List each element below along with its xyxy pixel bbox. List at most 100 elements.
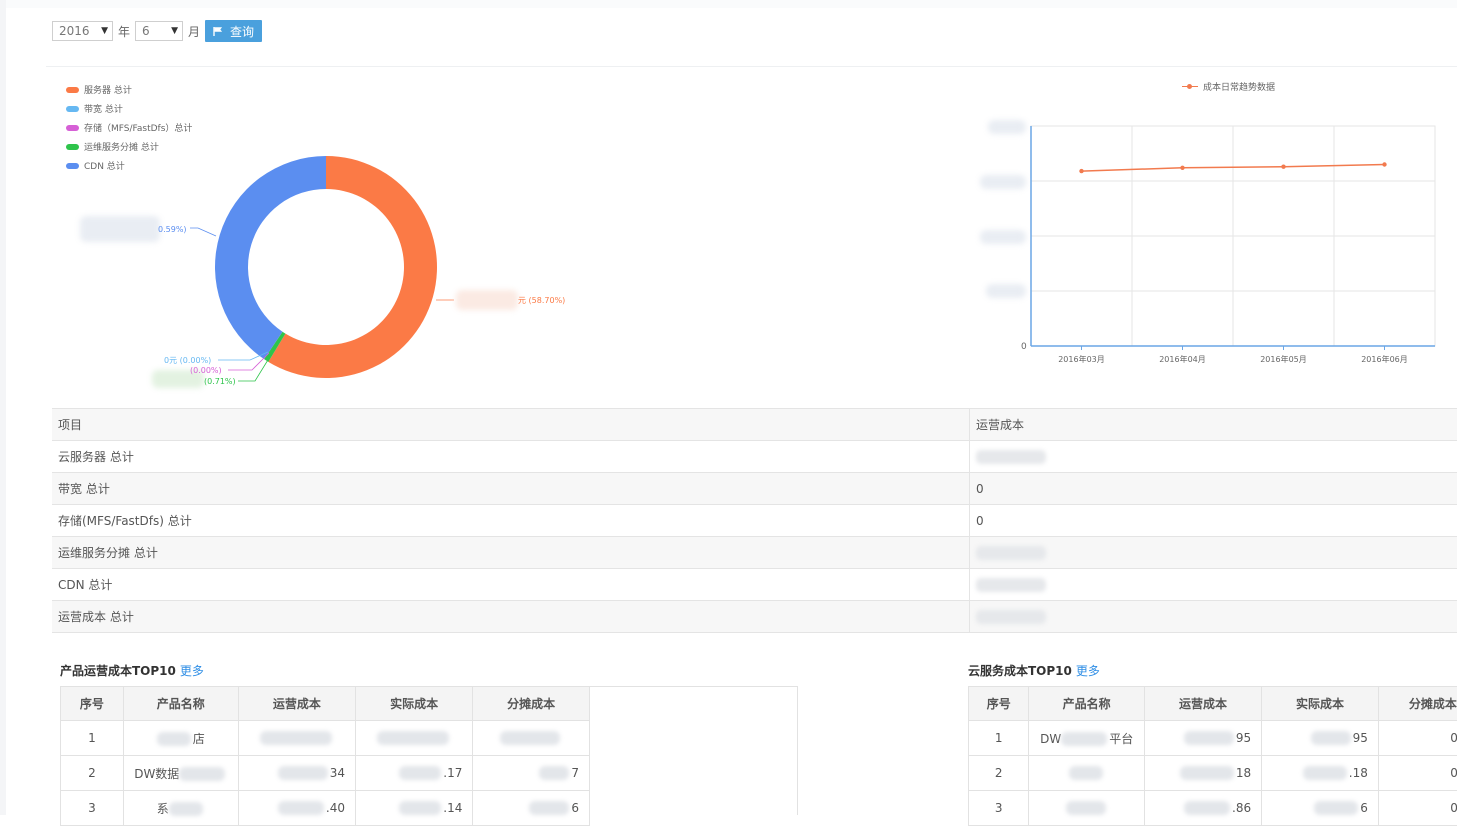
flag-icon — [213, 26, 224, 37]
redacted-value — [399, 801, 441, 815]
redacted-label — [80, 216, 160, 242]
cloud-top10-title: 云服务成本TOP10更多 — [968, 662, 1100, 679]
row-cost — [970, 441, 1457, 473]
row-item: 带宽 总计 — [52, 473, 970, 505]
cell-name — [1029, 791, 1144, 826]
table-row[interactable]: 1 店 — [61, 721, 590, 756]
redacted-axis-label — [986, 284, 1026, 298]
cell-actual-text: .17 — [443, 766, 462, 780]
column-header-item: 项目 — [52, 409, 970, 441]
cell-actual: .17 — [356, 756, 473, 791]
year-select[interactable]: 2016 ▼ — [52, 21, 113, 41]
table-row[interactable]: 1 DW平台 95 95 0.00 — [969, 721, 1457, 756]
redacted-value — [179, 767, 225, 781]
column-header: 运营成本 — [238, 687, 355, 721]
redacted-value — [1303, 766, 1347, 780]
series-point[interactable] — [1079, 169, 1083, 173]
month-select-value: 6 — [142, 24, 150, 38]
cell-no: 2 — [61, 756, 124, 791]
table-header-row: 项目 运营成本 — [52, 409, 1457, 441]
cell-actual: .14 — [356, 791, 473, 826]
row-cost: 0 — [970, 505, 1457, 537]
table-row: 存储(MFS/FastDfs) 总计 0 — [52, 505, 1457, 537]
pie-label-cdn: 0.59%) — [158, 225, 187, 234]
table-row: 运营成本 总计 — [52, 601, 1457, 633]
column-header: 序号 — [969, 687, 1029, 721]
table-row[interactable]: 3 .86 6 0.00 — [969, 791, 1457, 826]
cell-op: 95 — [1144, 721, 1261, 756]
cell-op: 18 — [1144, 756, 1261, 791]
pie-label-storage: (0.00%) — [190, 366, 222, 375]
pie-label-server: 元 (58.70%) — [518, 295, 565, 306]
redacted-value — [539, 766, 569, 780]
table-row: 云服务器 总计 — [52, 441, 1457, 473]
x-tick-label: 2016年04月 — [1159, 354, 1206, 364]
redacted-value — [1311, 731, 1351, 745]
column-header: 实际成本 — [1262, 687, 1379, 721]
table-row[interactable]: 3 系 .40 .14 6 — [61, 791, 590, 826]
cell-op: .86 — [1144, 791, 1261, 826]
redacted-value — [976, 546, 1046, 560]
row-item: 运营成本 总计 — [52, 601, 970, 633]
series-point[interactable] — [1180, 166, 1184, 170]
cell-share: 0.00 — [1378, 721, 1457, 756]
line-legend[interactable]: 成本日常趋势数据 — [1182, 80, 1275, 93]
column-header: 序号 — [61, 687, 124, 721]
redacted-value — [1066, 801, 1106, 815]
query-button[interactable]: 查询 — [205, 20, 262, 42]
cell-name — [1029, 756, 1144, 791]
date-filter-bar: 2016 ▼ 年 6 ▼ 月 查询 — [52, 20, 262, 42]
redacted-value — [1314, 801, 1358, 815]
divider — [46, 66, 1457, 67]
month-select[interactable]: 6 ▼ — [135, 21, 183, 41]
cell-actual: .18 — [1262, 756, 1379, 791]
product-top10-table: 序号 产品名称 运营成本 实际成本 分摊成本 1 店 2 DW数据 34 .17… — [60, 686, 590, 826]
column-header-cost: 运营成本 — [970, 409, 1457, 441]
redacted-value — [278, 801, 324, 815]
cell-op-text: .86 — [1232, 801, 1251, 815]
cell-share — [473, 721, 590, 756]
cell-name-text: 店 — [193, 732, 205, 746]
cost-trend-line-chart: 02016年03月2016年04月2016年05月2016年06月 — [975, 112, 1455, 372]
cell-no: 3 — [61, 791, 124, 826]
cell-actual-text: 6 — [1360, 801, 1368, 815]
series-point[interactable] — [1281, 165, 1285, 169]
column-header: 产品名称 — [123, 687, 238, 721]
redacted-value — [976, 610, 1046, 624]
redacted-value — [1069, 766, 1103, 780]
product-top10-more-link[interactable]: 更多 — [180, 664, 204, 678]
cell-op-text: 18 — [1236, 766, 1251, 780]
redacted-value — [1184, 731, 1234, 745]
cell-actual-text: 95 — [1353, 731, 1368, 745]
column-header: 运营成本 — [1144, 687, 1261, 721]
cell-no: 3 — [969, 791, 1029, 826]
table-header-row: 序号 产品名称 运营成本 实际成本 分摊成本 — [969, 687, 1457, 721]
redacted-axis-label — [988, 120, 1026, 134]
cell-share: 0.00 — [1378, 756, 1457, 791]
redacted-axis-label — [980, 175, 1026, 189]
section-title-text: 产品运营成本TOP10 — [60, 664, 176, 678]
cell-op — [238, 721, 355, 756]
redacted-value — [157, 732, 191, 746]
table-row: 运维服务分摊 总计 — [52, 537, 1457, 569]
series-point[interactable] — [1382, 162, 1386, 166]
x-tick-label: 2016年06月 — [1361, 354, 1408, 364]
cell-share: 0.00 — [1378, 791, 1457, 826]
table-row[interactable]: 2 DW数据 34 .17 7 — [61, 756, 590, 791]
cell-share-text: 7 — [571, 766, 579, 780]
redacted-value — [976, 450, 1046, 464]
cloud-top10-more-link[interactable]: 更多 — [1076, 664, 1100, 678]
table-header-row: 序号 产品名称 运营成本 实际成本 分摊成本 — [61, 687, 590, 721]
cell-name: DW数据 — [123, 756, 238, 791]
pie-slice[interactable] — [215, 156, 326, 359]
cell-op: 34 — [238, 756, 355, 791]
cell-actual — [356, 721, 473, 756]
redacted-label — [456, 290, 518, 310]
cell-name-text: 系 — [157, 802, 169, 816]
redacted-value — [1184, 801, 1230, 815]
cell-op: .40 — [238, 791, 355, 826]
table-row[interactable]: 2 18 .18 0.00 — [969, 756, 1457, 791]
row-item: CDN 总计 — [52, 569, 970, 601]
product-top10-title: 产品运营成本TOP10 更多 — [60, 662, 204, 679]
cell-no: 1 — [969, 721, 1029, 756]
